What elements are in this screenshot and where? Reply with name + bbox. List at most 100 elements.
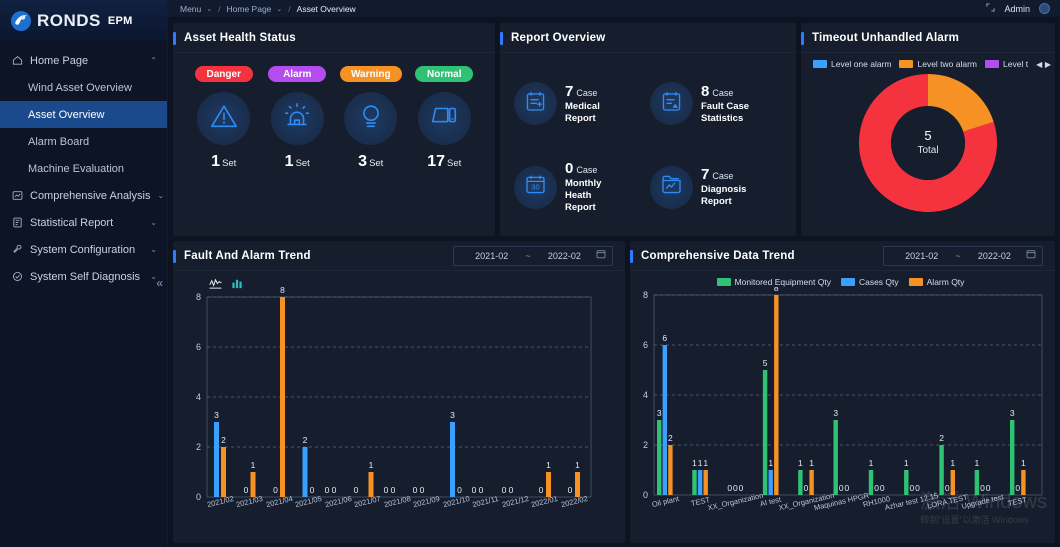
report-count-value: 8 bbox=[701, 82, 710, 100]
fault-case-icon bbox=[659, 89, 684, 119]
sidebar-item-label: System Self Diagnosis bbox=[30, 270, 141, 283]
legend-item-level-two-alarm[interactable]: Level two alarm bbox=[899, 59, 977, 69]
health-count-unit: Set bbox=[295, 158, 310, 169]
svg-text:2: 2 bbox=[196, 442, 201, 452]
collapse-left-icon[interactable]: « bbox=[156, 276, 163, 290]
svg-text:TEST: TEST bbox=[1007, 495, 1028, 508]
sidebar-item-asset-overview[interactable]: Asset Overview bbox=[0, 101, 167, 128]
report-card-monthly-heath-report[interactable]: 30 0 Case Monthly Heath Report bbox=[514, 147, 648, 229]
svg-text:1: 1 bbox=[575, 460, 580, 470]
sidebar-item-home-page[interactable]: Home Page ⌃ bbox=[0, 47, 167, 74]
legend-scroll-right-icon[interactable]: ▶ bbox=[1045, 60, 1051, 69]
svg-text:2021/10: 2021/10 bbox=[442, 494, 470, 509]
breadcrumb-home-page[interactable]: Home Page bbox=[227, 4, 272, 14]
health-card-alarm[interactable]: Alarm 1 Set bbox=[261, 66, 333, 171]
legend-scroll-left-icon[interactable]: ◀ bbox=[1036, 60, 1042, 69]
diagnosis-report-icon bbox=[659, 172, 684, 202]
breadcrumb-menu[interactable]: Menu bbox=[180, 4, 201, 14]
svg-text:2021/08: 2021/08 bbox=[383, 494, 411, 509]
date-range-picker-comp[interactable]: 2021-02 ~ 2022-02 bbox=[883, 245, 1043, 266]
report-card-medical-report[interactable]: 7 Case Medical Report bbox=[514, 63, 648, 145]
svg-text:2021/02: 2021/02 bbox=[206, 494, 234, 509]
svg-text:1: 1 bbox=[546, 460, 551, 470]
svg-text:4: 4 bbox=[643, 390, 648, 400]
report-card-diagnosis-report[interactable]: 7 Case Diagnosis Report bbox=[650, 147, 784, 229]
svg-text:8: 8 bbox=[196, 292, 201, 302]
date-to: 2022-02 bbox=[977, 250, 1011, 261]
legend-swatch bbox=[899, 60, 914, 68]
sidebar-item-system-configuration[interactable]: System Configuration ⌄ bbox=[0, 236, 167, 263]
sidebar-subitem-label: Alarm Board bbox=[28, 135, 90, 148]
line-chart-icon[interactable] bbox=[209, 277, 222, 295]
svg-text:1: 1 bbox=[950, 458, 955, 468]
panel-header: Asset Health Status bbox=[173, 23, 495, 53]
calendar-icon[interactable] bbox=[596, 249, 606, 262]
svg-text:3: 3 bbox=[833, 408, 838, 418]
date-from: 2021-02 bbox=[905, 250, 939, 261]
legend-swatch bbox=[840, 278, 855, 286]
svg-text:0: 0 bbox=[325, 485, 330, 495]
report-label: Medical Report bbox=[565, 100, 600, 124]
svg-text:2022/02: 2022/02 bbox=[560, 494, 588, 509]
sidebar-item-wind-asset-overview[interactable]: Wind Asset Overview bbox=[0, 74, 167, 101]
legend-item-cases-qty[interactable]: Cases Qty bbox=[840, 277, 899, 287]
admin-label[interactable]: Admin bbox=[1004, 4, 1030, 14]
svg-text:2021/09: 2021/09 bbox=[412, 494, 440, 509]
sidebar-item-machine-evaluation[interactable]: Machine Evaluation bbox=[0, 155, 167, 182]
calendar-icon[interactable] bbox=[1026, 249, 1036, 262]
svg-text:1: 1 bbox=[869, 458, 874, 468]
report-count-value: 7 bbox=[701, 166, 710, 184]
date-separator: ~ bbox=[525, 250, 531, 261]
health-card-warning[interactable]: Warning 3 Set bbox=[335, 66, 407, 171]
sidebar: RONDS EPM Home Page ⌃ Wind Asset Overvie… bbox=[0, 0, 168, 547]
report-text: 0 Case Monthly Heath Report bbox=[565, 160, 601, 214]
report-card-fault-case-statistics[interactable]: 8 Case Fault Case Statistics bbox=[650, 63, 784, 145]
timeout-donut-chart[interactable]: 5 Total bbox=[801, 67, 1055, 219]
sidebar-item-alarm-board[interactable]: Alarm Board bbox=[0, 128, 167, 155]
panel-header-right: 2021-02 ~ 2022-02 bbox=[453, 245, 613, 266]
sidebar-item-system-self-diagnosis[interactable]: System Self Diagnosis ⌄ bbox=[0, 263, 167, 290]
svg-text:0: 0 bbox=[804, 483, 809, 493]
status-badge: Warning bbox=[339, 66, 402, 82]
health-icon-wrap bbox=[270, 92, 324, 145]
svg-text:2021/06: 2021/06 bbox=[324, 494, 352, 509]
panel-title: Asset Health Status bbox=[184, 31, 296, 44]
panel-body: 02 468 3 2 0 1 0 8 2 0 0 0 0 1 0 0 0 0 3… bbox=[173, 271, 625, 543]
panel-body: Danger 1 Set Alarm 1 Set Warning 3 Set N… bbox=[173, 53, 495, 236]
health-count-value: 1 bbox=[284, 153, 294, 170]
comprehensive-trend-chart[interactable]: 02 468 362 1 1 1 0 0 0 518 101 30 0 10 0… bbox=[630, 287, 1054, 523]
sidebar-item-label: Comprehensive Analysis bbox=[30, 189, 151, 202]
chevron-down-icon[interactable]: ⌄ bbox=[206, 5, 212, 13]
svg-text:0: 0 bbox=[839, 483, 844, 493]
legend-item-monitored-equipment-qty[interactable]: Monitored Equipment Qty bbox=[716, 277, 831, 287]
chevron-down-icon[interactable]: ⌄ bbox=[276, 5, 282, 13]
health-card-normal[interactable]: Normal 17 Set bbox=[408, 66, 480, 171]
legend-item-level-three-alarm[interactable]: Level t bbox=[985, 59, 1028, 69]
user-avatar-icon[interactable] bbox=[1039, 3, 1050, 14]
health-card-danger[interactable]: Danger 1 Set bbox=[188, 66, 260, 171]
fault-trend-chart[interactable]: 02 468 32 01 08 20 0 0 01 0 0 0 0 30 0 0… bbox=[173, 273, 615, 527]
expand-screen-icon[interactable] bbox=[986, 3, 996, 14]
legend-label: Monitored Equipment Qty bbox=[734, 277, 831, 287]
bar-chart-icon[interactable] bbox=[231, 277, 244, 295]
sidebar-item-comprehensive-analysis[interactable]: Comprehensive Analysis ⌄ bbox=[0, 182, 167, 209]
svg-text:2021/03: 2021/03 bbox=[235, 494, 263, 509]
app-root: RONDS EPM Home Page ⌃ Wind Asset Overvie… bbox=[0, 0, 1060, 547]
svg-text:0: 0 bbox=[310, 485, 315, 495]
health-count: 1 Set bbox=[285, 153, 310, 171]
report-icon-wrap: 30 bbox=[514, 165, 557, 209]
legend-item-level-one-alarm[interactable]: Level one alarm bbox=[813, 59, 891, 69]
svg-text:0: 0 bbox=[643, 490, 648, 500]
sidebar-item-statistical-report[interactable]: Statistical Report ⌄ bbox=[0, 209, 167, 236]
svg-text:3: 3 bbox=[1010, 408, 1015, 418]
chevron-down-icon: ⌄ bbox=[150, 218, 157, 227]
report-count-unit: Case bbox=[576, 165, 598, 176]
svg-text:3: 3 bbox=[450, 410, 455, 420]
legend-item-alarm-qty[interactable]: Alarm Qty bbox=[908, 277, 964, 287]
comp-trend-legend: Monitored Equipment Qty Cases Qty Alarm … bbox=[630, 271, 1055, 287]
warning-triangle-icon bbox=[209, 101, 239, 136]
svg-text:0: 0 bbox=[880, 483, 885, 493]
date-range-picker-fault[interactable]: 2021-02 ~ 2022-02 bbox=[453, 245, 613, 266]
health-count: 3 Set bbox=[358, 153, 383, 171]
svg-text:2: 2 bbox=[939, 433, 944, 443]
